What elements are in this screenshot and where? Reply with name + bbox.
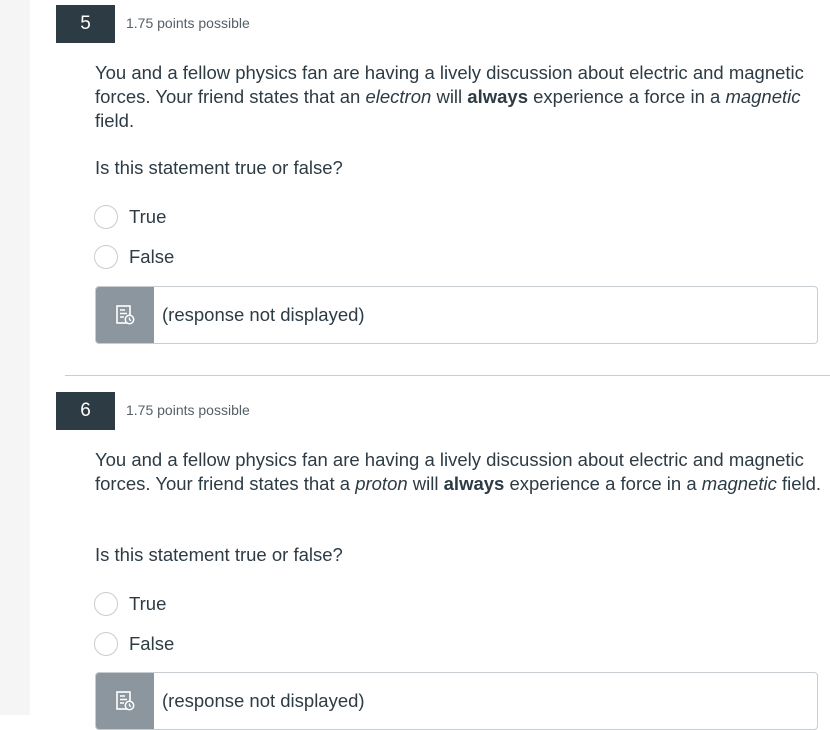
question-number-badge: 6 [56, 392, 115, 430]
question-number-badge: 5 [56, 5, 115, 43]
option-false[interactable]: False [94, 245, 174, 269]
option-label: False [129, 246, 175, 267]
question-header: 5 1.75 points possible [56, 0, 830, 43]
question-text-segment: field. [776, 473, 822, 494]
option-label: True [129, 206, 167, 227]
option-true[interactable]: True [94, 205, 166, 229]
radio-button[interactable] [94, 592, 118, 616]
response-box: (response not displayed) [95, 286, 818, 344]
response-text: (response not displayed) [162, 304, 365, 325]
question-text-field: magnetic [701, 473, 777, 494]
left-gutter-border [30, 0, 50, 715]
question-6: 6 1.75 points possible You and a fellow … [56, 387, 830, 730]
document-clock-icon-glyph [116, 691, 135, 711]
radio-button[interactable] [94, 205, 118, 229]
document-clock-icon [96, 287, 154, 343]
left-gutter [0, 0, 30, 715]
question-divider [65, 375, 830, 376]
question-text-segment: field. [95, 110, 135, 131]
question-text: You and a fellow physics fan are having … [95, 448, 825, 496]
question-text-segment: will [431, 86, 468, 107]
response-text: (response not displayed) [162, 690, 365, 711]
response-box: (response not displayed) [95, 672, 818, 730]
question-text-segment: experience a force in a [504, 473, 702, 494]
document-clock-icon-glyph [116, 305, 135, 325]
question-text-emphasis: always [467, 86, 528, 107]
option-label: False [129, 633, 175, 654]
question-prompt: Is this statement true or false? [95, 157, 343, 178]
question-5: 5 1.75 points possible You and a fellow … [56, 0, 830, 375]
option-label: True [129, 593, 167, 614]
radio-button[interactable] [94, 632, 118, 656]
question-text-segment: experience a force in a [527, 86, 726, 107]
question-prompt: Is this statement true or false? [95, 544, 343, 565]
radio-button[interactable] [94, 245, 118, 269]
question-text-segment: will [407, 473, 444, 494]
option-true[interactable]: True [94, 592, 166, 616]
question-text-emphasis: always [443, 473, 505, 494]
points-possible: 1.75 points possible [126, 15, 250, 31]
question-header: 6 1.75 points possible [56, 387, 830, 430]
question-text-particle: proton [355, 473, 408, 494]
document-clock-icon [96, 673, 154, 729]
question-text: You and a fellow physics fan are having … [95, 61, 825, 133]
question-text-particle: electron [365, 86, 432, 107]
points-possible: 1.75 points possible [126, 402, 250, 418]
option-false[interactable]: False [94, 632, 174, 656]
question-text-field: magnetic [725, 86, 801, 107]
